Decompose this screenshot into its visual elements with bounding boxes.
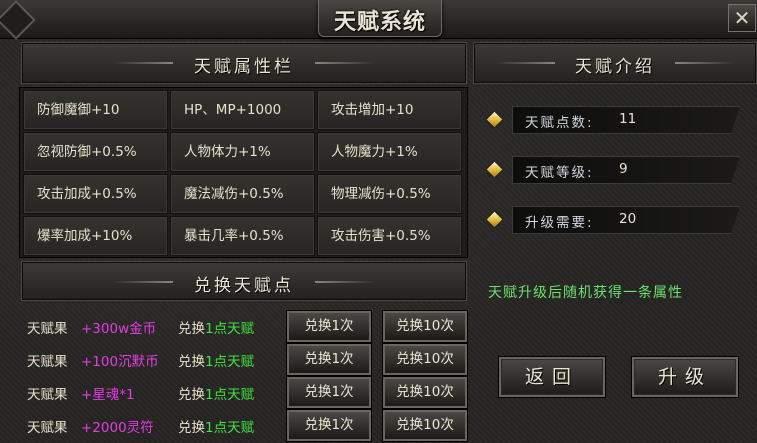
exchange-reward: 兑换1点天赋: [178, 317, 254, 337]
talent-points-label: 天赋点数:: [525, 115, 594, 131]
attr-panel-header: 天赋属性栏: [21, 42, 467, 84]
exchange-item-name: 天赋果: [27, 354, 68, 370]
attr-cell: 魔法减伤+0.5%: [170, 174, 315, 214]
back-button[interactable]: 返回: [499, 357, 605, 397]
exchange-item-name: 天赋果: [27, 420, 68, 436]
attr-cell: 攻击伤害+0.5%: [317, 216, 462, 256]
attr-cell: 攻击增加+10: [317, 90, 462, 130]
exchange-row: 天赋果 +星魂*1 兑换1点天赋 兑换1次 兑换10次: [19, 376, 467, 408]
exchange-reward-amount: 1点天赋: [205, 387, 255, 403]
exchange-once-button[interactable]: 兑换1次: [287, 344, 371, 375]
attr-cell: 人物体力+1%: [170, 132, 315, 172]
exchange-reward-prefix: 兑换: [178, 321, 205, 337]
attr-cell: 忽视防御+0.5%: [23, 132, 168, 172]
intro-panel-header: 天赋介绍: [473, 42, 757, 84]
attr-panel-title: 天赋属性栏: [194, 57, 294, 77]
exchange-reward: 兑换1点天赋: [178, 416, 254, 436]
diamond-icon: [486, 161, 503, 178]
exchange-panel-title: 兑换天赋点: [194, 276, 294, 296]
exchange-item-cost: +星魂*1: [81, 387, 135, 403]
talent-window: 天赋系统 ✕ 天赋属性栏 天赋介绍 防御魔御+10 HP、MP+1000 攻击增…: [0, 0, 757, 443]
talent-level-label: 天赋等级:: [525, 165, 594, 181]
diamond-icon: [486, 211, 503, 228]
close-button[interactable]: ✕: [728, 4, 756, 32]
exchange-row: 天赋果 +2000灵符 兑换1点天赋 兑换1次 兑换10次: [19, 409, 467, 441]
exchange-row: 天赋果 +100沉默币 兑换1点天赋 兑换1次 兑换10次: [19, 343, 467, 375]
header-ornament-right: [315, 281, 375, 283]
title-bar: 天赋系统 ✕: [0, 0, 757, 40]
header-ornament-right: [315, 62, 375, 64]
upgrade-need-label: 升级需要:: [525, 215, 594, 231]
exchange-item-name: 天赋果: [27, 321, 68, 337]
exchange-row: 天赋果 +300w金币 兑换1点天赋 兑换1次 兑换10次: [19, 310, 467, 342]
exchange-item-cost: +100沉默币: [81, 354, 159, 370]
exchange-ten-button[interactable]: 兑换10次: [383, 311, 467, 342]
title-plate: 天赋系统: [318, 0, 442, 37]
talent-level-value: 9: [619, 161, 628, 177]
attr-grid: 防御魔御+10 HP、MP+1000 攻击增加+10 忽视防御+0.5% 人物体…: [19, 87, 468, 258]
exchange-reward-amount: 1点天赋: [205, 321, 255, 337]
attr-cell: 攻击加成+0.5%: [23, 174, 168, 214]
exchange-item-cost: +2000灵符: [81, 420, 154, 436]
attr-cell: 暴击几率+0.5%: [170, 216, 315, 256]
exchange-once-button[interactable]: 兑换1次: [287, 410, 371, 441]
window-title: 天赋系统: [333, 10, 426, 35]
upgrade-need-row: 升级需要: 20: [512, 206, 740, 234]
exchange-item-name: 天赋果: [27, 387, 68, 403]
talent-level-row: 天赋等级: 9: [512, 156, 740, 184]
upgrade-description: 天赋升级后随机获得一条属性: [488, 285, 683, 301]
exchange-reward-prefix: 兑换: [178, 420, 205, 436]
talent-points-value: 11: [619, 111, 637, 127]
exchange-reward-prefix: 兑换: [178, 387, 205, 403]
exchange-reward-prefix: 兑换: [178, 354, 205, 370]
upgrade-need-value: 20: [619, 211, 637, 227]
exchange-ten-button[interactable]: 兑换10次: [383, 377, 467, 408]
exchange-ten-button[interactable]: 兑换10次: [383, 410, 467, 441]
exchange-reward: 兑换1点天赋: [178, 350, 254, 370]
exchange-reward-amount: 1点天赋: [205, 354, 255, 370]
talent-points-row: 天赋点数: 11: [512, 106, 740, 134]
exchange-ten-button[interactable]: 兑换10次: [383, 344, 467, 375]
header-ornament-right: [675, 62, 735, 64]
intro-panel-title: 天赋介绍: [575, 57, 655, 77]
attr-cell: 人物魔力+1%: [317, 132, 462, 172]
corner-ornament: [0, 0, 36, 40]
exchange-once-button[interactable]: 兑换1次: [287, 377, 371, 408]
attr-cell: 防御魔御+10: [23, 90, 168, 130]
attr-cell: HP、MP+1000: [170, 90, 315, 130]
exchange-panel-header: 兑换天赋点: [21, 261, 467, 301]
upgrade-button[interactable]: 升级: [632, 357, 738, 397]
exchange-item-cost: +300w金币: [81, 321, 157, 337]
intro-panel: 天赋点数: 11 天赋等级: 9 升级需要: 20: [474, 87, 755, 256]
attr-cell: 爆率加成+10%: [23, 216, 168, 256]
attr-cell: 物理减伤+0.5%: [317, 174, 462, 214]
exchange-once-button[interactable]: 兑换1次: [287, 311, 371, 342]
exchange-reward-amount: 1点天赋: [205, 420, 255, 436]
diamond-icon: [486, 111, 503, 128]
exchange-reward: 兑换1点天赋: [178, 383, 254, 403]
